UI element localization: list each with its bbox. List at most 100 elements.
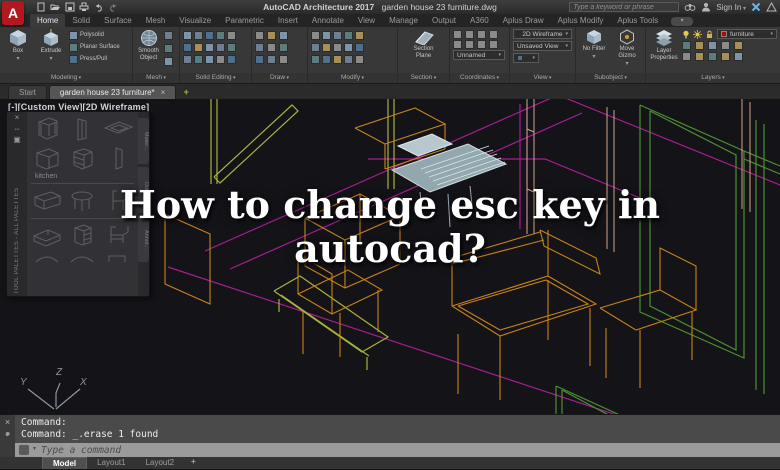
palette-item-slim-cabinet[interactable] [101, 144, 135, 172]
file-tab-document[interactable]: garden house 23 furniture* × [48, 85, 177, 99]
new-layout-button[interactable]: + [184, 457, 203, 469]
palette-item-cabinet-tall[interactable] [30, 115, 64, 143]
polysolid-button[interactable]: Polysolid [69, 29, 120, 41]
layout-tab-model[interactable]: Model [42, 457, 88, 469]
solid-editing-tool-icon[interactable] [194, 42, 203, 52]
palette-close-icon[interactable]: × [15, 114, 20, 122]
draw-tool-icon[interactable] [255, 30, 264, 40]
planar-surface-button[interactable]: Planar Surface [69, 41, 120, 53]
solid-editing-tool-icon[interactable] [227, 54, 236, 64]
layout-tab-layout2[interactable]: Layout2 [136, 457, 184, 469]
help-search-input[interactable] [569, 2, 680, 12]
ribbon-tab-a360[interactable]: A360 [463, 14, 496, 27]
ribbon-tab-aplus-draw[interactable]: Aplus Draw [496, 14, 551, 27]
modify-tool-icon[interactable] [322, 30, 331, 40]
ribbon-tab-solid[interactable]: Solid [65, 14, 97, 27]
search-icon[interactable] [684, 2, 696, 12]
solid-editing-tool-icon[interactable] [194, 30, 203, 40]
modify-tool-icon[interactable] [311, 42, 320, 52]
solid-editing-tool-icon[interactable] [183, 54, 192, 64]
save-icon[interactable] [65, 2, 75, 12]
modify-tool-icon[interactable] [333, 30, 342, 40]
layer-thaw-icon[interactable] [693, 29, 702, 39]
command-close-icon[interactable]: × [5, 418, 10, 427]
palette-properties-icon[interactable]: ▣ [13, 136, 21, 144]
modify-tool-icon[interactable] [311, 54, 320, 64]
ribbon-tab-output[interactable]: Output [425, 14, 463, 27]
ucs-tool-icon[interactable] [453, 39, 462, 49]
command-input[interactable] [41, 444, 776, 456]
no-filter-button[interactable]: No Filter [579, 29, 609, 61]
ribbon-tab-manage[interactable]: Manage [382, 14, 425, 27]
palette-item-base-cabinet[interactable] [30, 144, 64, 172]
layout-tab-layout1[interactable]: Layout1 [87, 457, 135, 469]
a360-icon[interactable] [766, 2, 777, 12]
command-history[interactable]: Command: Command: _.erase 1 found [15, 415, 780, 443]
panel-label-subobject[interactable]: Subobject [576, 73, 645, 83]
new-file-icon[interactable] [36, 2, 46, 12]
named-view-dropdown[interactable]: Unsaved View [513, 41, 572, 51]
draw-tool-icon[interactable] [267, 54, 276, 64]
layer-tool-icon[interactable] [695, 41, 704, 50]
ribbon-tab-aplus-modify[interactable]: Aplus Modify [551, 14, 611, 27]
layer-tool-icon[interactable] [682, 52, 691, 61]
panel-label-section[interactable]: Section [398, 73, 449, 83]
solid-editing-tool-icon[interactable] [216, 30, 225, 40]
section-plane-button[interactable]: Section Plane [409, 29, 439, 60]
ribbon-tab-insert[interactable]: Insert [271, 14, 305, 27]
solid-editing-tool-icon[interactable] [227, 30, 236, 40]
layer-lock-icon[interactable] [705, 30, 714, 39]
viewport-config-dropdown[interactable] [513, 53, 539, 63]
layer-properties-button[interactable]: Layer Properties [649, 29, 679, 62]
ucs-tool-icon[interactable] [489, 39, 498, 49]
modify-tool-icon[interactable] [333, 54, 342, 64]
ribbon-tab-mesh[interactable]: Mesh [139, 14, 173, 27]
redo-icon[interactable] [108, 2, 119, 12]
palette-tab[interactable]: Mater... [138, 118, 149, 164]
undo-icon[interactable] [93, 2, 104, 12]
ucs-tool-icon[interactable] [489, 29, 498, 39]
panel-label-view[interactable]: View [510, 73, 575, 83]
palette-item-cabinet-narrow[interactable] [65, 115, 99, 143]
ucs-tool-icon[interactable] [465, 29, 474, 39]
solid-editing-tool-icon[interactable] [216, 54, 225, 64]
draw-tool-icon[interactable] [279, 42, 288, 52]
app-logo-icon[interactable]: A [2, 1, 24, 25]
mesh-tool-icon[interactable] [164, 57, 173, 66]
ucs-tool-icon[interactable] [477, 39, 486, 49]
mesh-tool-icon[interactable] [164, 44, 173, 53]
layer-tool-icon[interactable] [721, 41, 730, 50]
solid-editing-tool-icon[interactable] [205, 30, 214, 40]
ribbon-tab-view[interactable]: View [351, 14, 382, 27]
panel-label-modeling[interactable]: Modeling [0, 73, 132, 83]
solid-editing-tool-icon[interactable] [183, 42, 192, 52]
draw-tool-icon[interactable] [267, 42, 276, 52]
modify-tool-icon[interactable] [355, 54, 364, 64]
visual-style-dropdown[interactable]: 2D Wireframe [513, 29, 572, 39]
box-button[interactable]: Box [3, 29, 33, 63]
close-tab-icon[interactable]: × [161, 88, 166, 97]
exchange-apps-icon[interactable] [751, 2, 761, 12]
new-tab-button[interactable]: + [178, 85, 194, 99]
modify-tool-icon[interactable] [311, 30, 320, 40]
draw-tool-icon[interactable] [279, 54, 288, 64]
panel-label-mesh[interactable]: Mesh [133, 73, 179, 83]
plot-icon[interactable] [79, 2, 89, 12]
solid-editing-tool-icon[interactable] [194, 54, 203, 64]
ribbon-tab-home[interactable]: Home [30, 14, 66, 27]
smooth-object-button[interactable]: Smooth Object [136, 29, 161, 62]
layer-tool-icon[interactable] [695, 52, 704, 61]
palette-item-drawer-cabinet[interactable] [65, 144, 99, 172]
layer-tool-icon[interactable] [734, 41, 743, 50]
solid-editing-tool-icon[interactable] [183, 30, 192, 40]
modify-tool-icon[interactable] [322, 42, 331, 52]
drawing-viewport[interactable]: [-][Custom View][2D Wireframe] How to ch… [0, 99, 780, 414]
layer-tool-icon[interactable] [682, 41, 691, 50]
open-file-icon[interactable] [50, 2, 61, 12]
layer-tool-icon[interactable] [734, 52, 743, 61]
panel-label-draw[interactable]: Draw [252, 73, 307, 83]
ribbon-tab-surface[interactable]: Surface [97, 14, 139, 27]
command-customize-icon[interactable] [3, 432, 12, 441]
solid-editing-tool-icon[interactable] [216, 42, 225, 52]
ribbon-tab-aplus-tools[interactable]: Aplus Tools [610, 14, 665, 27]
